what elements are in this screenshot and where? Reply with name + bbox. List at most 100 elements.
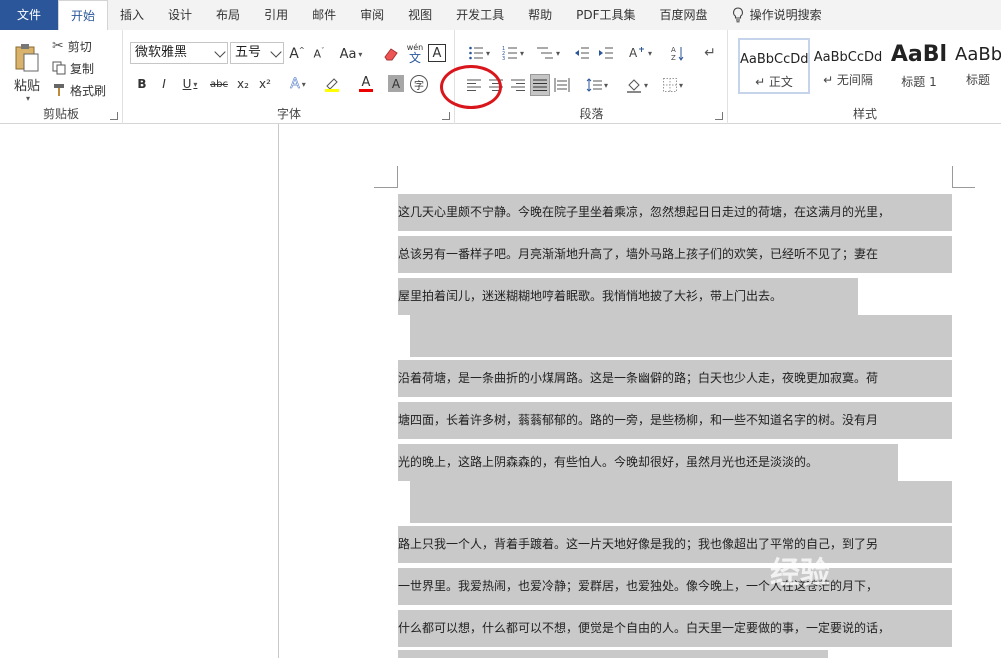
empty-paragraph[interactable] [410, 481, 952, 523]
character-border-label: A [432, 45, 442, 61]
superscript-label: x² [259, 77, 271, 91]
document-line[interactable]: 塘四面，长着许多树，蓊蓊郁郁的。路的一旁，是些杨柳，和一些不知道名字的树。没有月 [398, 402, 952, 439]
document-line[interactable]: 这几天心里颇不宁静。今晚在院子里坐着乘凉，忽然想起日日走过的荷塘，在这满月的光里… [398, 194, 952, 231]
paragraph-group-label: 段落 [579, 107, 604, 121]
numbering-button[interactable]: 1 2 3 ▾ [498, 42, 528, 64]
decrease-indent-button[interactable] [572, 42, 592, 64]
style-heading-1[interactable]: AaBl 标题 1 [884, 38, 954, 94]
paste-label: 粘贴 [13, 79, 40, 94]
distributed-button[interactable] [552, 74, 572, 96]
paragraph-launcher-icon[interactable] [715, 112, 723, 120]
paste-icon [15, 44, 39, 72]
subscript-label: x₂ [237, 77, 249, 91]
font-size-select[interactable]: 五号 [230, 42, 284, 64]
tab-references[interactable]: 引用 [252, 0, 300, 30]
highlight-color-button[interactable] [318, 74, 346, 94]
font-launcher-icon[interactable] [442, 112, 450, 120]
highlight-annotation-circle [440, 65, 502, 109]
strikethrough-button[interactable]: abc [208, 74, 230, 94]
paste-button[interactable]: 粘贴 ▾ [10, 38, 44, 108]
style-sample: AaBl [890, 42, 948, 67]
sort-icon: AZ [671, 46, 684, 61]
tab-layout[interactable]: 布局 [204, 0, 252, 30]
style-title[interactable]: AaBb 标题 [955, 38, 1001, 94]
document-line[interactable]: 什么都可以想，什么都可以不想，便觉是个自由的人。白天里一定要做的事，一定要说的话… [398, 610, 952, 647]
justify-button[interactable] [530, 74, 550, 96]
cut-button[interactable]: ✂ 剪切 [52, 36, 92, 56]
shading-button[interactable]: ▾ [622, 74, 652, 96]
font-color-button[interactable]: A [352, 74, 380, 94]
grow-font-button[interactable]: A^ [288, 44, 306, 64]
text-effects-button[interactable]: A ▾ [284, 74, 312, 94]
document-area: 这几天心里颇不宁静。今晚在院子里坐着乘凉，忽然想起日日走过的荷塘，在这满月的光里… [0, 124, 1001, 658]
copy-icon [52, 61, 66, 75]
numbered-list-icon: 1 2 3 [502, 46, 517, 61]
line-spacing-button[interactable]: ▾ [582, 74, 612, 96]
empty-paragraph[interactable] [410, 315, 952, 357]
subscript-button[interactable]: x₂ [234, 74, 252, 94]
document-line[interactable]: 总该另有一番样子吧。月亮渐渐地升高了，墙外马路上孩子们的欢笑，已经听不见了；妻在 [398, 236, 952, 273]
style-no-spacing[interactable]: AaBbCcDd ↵ 无间隔 [812, 38, 884, 94]
align-right-button[interactable] [508, 74, 528, 96]
tab-review[interactable]: 审阅 [348, 0, 396, 30]
tab-baidu-netdisk[interactable]: 百度网盘 [648, 0, 720, 30]
clear-formatting-button[interactable] [380, 44, 402, 64]
page-corner-mark [397, 166, 398, 188]
watermark: 经验 [770, 556, 830, 591]
clipboard-launcher-icon[interactable] [110, 112, 118, 120]
distributed-icon [554, 78, 570, 92]
chevron-down-icon [270, 46, 282, 58]
increase-indent-button[interactable] [596, 42, 616, 64]
borders-button[interactable]: ▾ [658, 74, 688, 96]
chevron-down-icon: ▾ [25, 94, 30, 103]
clipboard-group: 粘贴 ▾ ✂ 剪切 复制 格式刷 剪贴板 [0, 30, 123, 124]
chevron-down-icon: ▾ [647, 48, 652, 58]
italic-button[interactable]: I [156, 74, 172, 94]
styles-group-label: 样式 [852, 107, 877, 121]
tell-me-search[interactable]: 操作说明搜索 [720, 0, 834, 30]
tab-file[interactable]: 文件 [0, 0, 58, 30]
decrease-indent-icon [575, 47, 589, 59]
format-painter-label: 格式刷 [70, 83, 107, 98]
change-case-button[interactable]: Aa ▾ [336, 44, 366, 64]
align-right-icon [511, 79, 525, 91]
chevron-down-icon: ▾ [603, 80, 608, 90]
superscript-button[interactable]: x² [256, 74, 274, 94]
svg-text:Z: Z [671, 54, 676, 61]
multilevel-list-button[interactable]: ▾ [532, 42, 564, 64]
copy-button[interactable]: 复制 [52, 58, 94, 78]
document-line[interactable]: 屋里拍着闰儿，迷迷糊糊地哼着眠歌。我悄悄地披了大衫，带上门出去。 [398, 278, 858, 315]
show-marks-button[interactable]: ↵ [700, 42, 720, 64]
character-border-button[interactable]: A [428, 44, 446, 62]
document-line-partial[interactable] [398, 650, 828, 658]
font-color-label: A [361, 75, 371, 90]
tab-developer[interactable]: 开发工具 [444, 0, 516, 30]
font-family-select[interactable]: 微软雅黑 [130, 42, 228, 64]
tab-home[interactable]: 开始 [58, 0, 109, 30]
tell-me-label: 操作说明搜索 [749, 8, 822, 22]
shrink-font-button[interactable]: Aˇ [310, 44, 328, 64]
format-painter-button[interactable]: 格式刷 [52, 80, 106, 100]
style-normal[interactable]: AaBbCcDd ↵ 正文 [738, 38, 810, 94]
eraser-icon [384, 48, 398, 61]
tab-insert[interactable]: 插入 [108, 0, 156, 30]
phonetic-guide-button[interactable]: wén 文 [404, 40, 426, 66]
document-line[interactable]: 一世界里。我爱热闹，也爱冷静；爱群居，也爱独处。像今晚上，一个人在这苍茫的月下， [398, 568, 952, 605]
bold-button[interactable]: B [134, 74, 150, 94]
styles-group: AaBbCcDd ↵ 正文 AaBbCcDd ↵ 无间隔 AaBl 标题 1 A… [729, 30, 1001, 124]
tab-mailings[interactable]: 邮件 [300, 0, 348, 30]
bullets-button[interactable]: ▾ [464, 42, 494, 64]
tab-view[interactable]: 视图 [396, 0, 444, 30]
character-shading-button[interactable]: A [388, 75, 404, 92]
sort-button[interactable]: AZ [668, 42, 688, 64]
document-line[interactable]: 路上只我一个人，背着手踱着。这一片天地好像是我的；我也像超出了平常的自己，到了另 [398, 526, 952, 563]
enclose-characters-button[interactable]: 字 [410, 75, 428, 93]
tab-pdf-tools[interactable]: PDF工具集 [564, 0, 647, 30]
style-name: 标题 [965, 73, 990, 87]
document-line[interactable]: 沿着荷塘，是一条曲折的小煤屑路。这是一条幽僻的路；白天也少人走，夜晚更加寂寞。荷 [398, 360, 952, 397]
underline-button[interactable]: U ▾ [178, 74, 202, 94]
chinese-layout-button[interactable]: A ▾ [624, 42, 656, 64]
document-line[interactable]: 光的晚上，这路上阴森森的，有些怕人。今晚却很好，虽然月光也还是淡淡的。 [398, 444, 898, 481]
tab-help[interactable]: 帮助 [516, 0, 564, 30]
tab-design[interactable]: 设计 [156, 0, 204, 30]
